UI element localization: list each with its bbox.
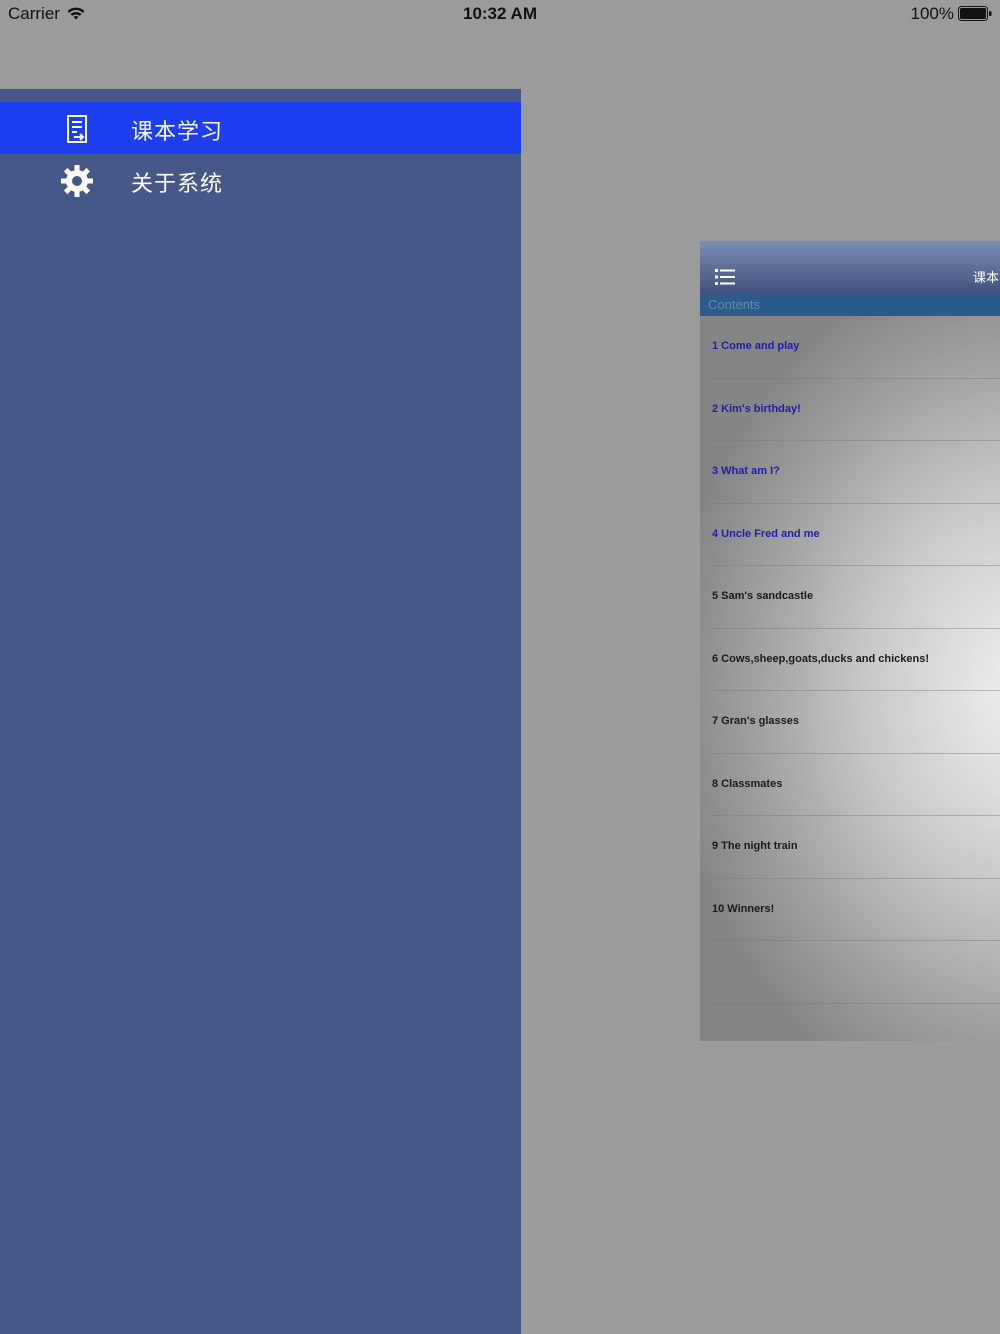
lesson-title: 10 Winners! [712,902,775,915]
lesson-list: 1 Come and play 2 Kim's birthday! 3 What… [700,316,1000,1004]
lesson-title: 3 What am I? [712,465,780,477]
empty-list-row [700,941,1000,1004]
lesson-title: 7 Gran's glasses [712,715,800,727]
list-item[interactable]: 7 Gran's glasses [700,691,1000,754]
lesson-title: 2 Kim's birthday! [712,402,801,415]
textbook-icon [67,115,87,143]
content-panel: 课本 Contents 1 Come and play 2 Kim's birt… [700,241,1000,1041]
lesson-title: 6 Cows,sheep,goats,ducks and chickens! [712,652,930,665]
list-item[interactable]: 2 Kim's birthday! [700,379,1000,441]
gear-icon [61,165,93,197]
lesson-title: 4 Uncle Fred and me [712,527,820,540]
divider [712,1002,1000,1004]
menu-item-label: 课本学习 [131,120,224,145]
list-item[interactable]: 5 Sam's sandcastle [700,566,1000,629]
list-item[interactable]: 6 Cows,sheep,goats,ducks and chickens! [700,629,1000,691]
list-item[interactable]: 3 What am I? [700,441,1000,504]
lesson-title: 1 Come and play [712,340,800,352]
menu-list-icon[interactable] [715,268,735,286]
lesson-title: 9 The night train [712,840,798,852]
list-item[interactable]: 4 Uncle Fred and me [700,504,1000,566]
menu-item-textbook[interactable]: 课本学习 [0,102,521,154]
section-header: Contents [700,294,1000,316]
battery-percentage: 100% [910,4,954,23]
menu-item-label: 关于系统 [131,172,224,197]
navigation-bar: 课本 [700,241,1000,294]
list-item[interactable]: 1 Come and play [700,316,1000,379]
list-item[interactable]: 8 Classmates [700,754,1000,816]
list-item[interactable]: 9 The night train [700,816,1000,879]
battery-icon [958,6,992,21]
side-menu: 课本学习 关于系统 [0,89,521,1334]
section-title: Contents [708,297,761,312]
page-title: 课本 [973,271,1000,286]
lesson-title: 5 Sam's sandcastle [712,590,814,602]
clock-label: 10:32 AM [462,4,537,23]
list-item[interactable]: 10 Winners! [700,879,1000,941]
status-bar: Carrier 10:32 AM 100% [0,0,1000,28]
menu-item-about[interactable]: 关于系统 [0,154,521,206]
lesson-title: 8 Classmates [712,777,783,790]
